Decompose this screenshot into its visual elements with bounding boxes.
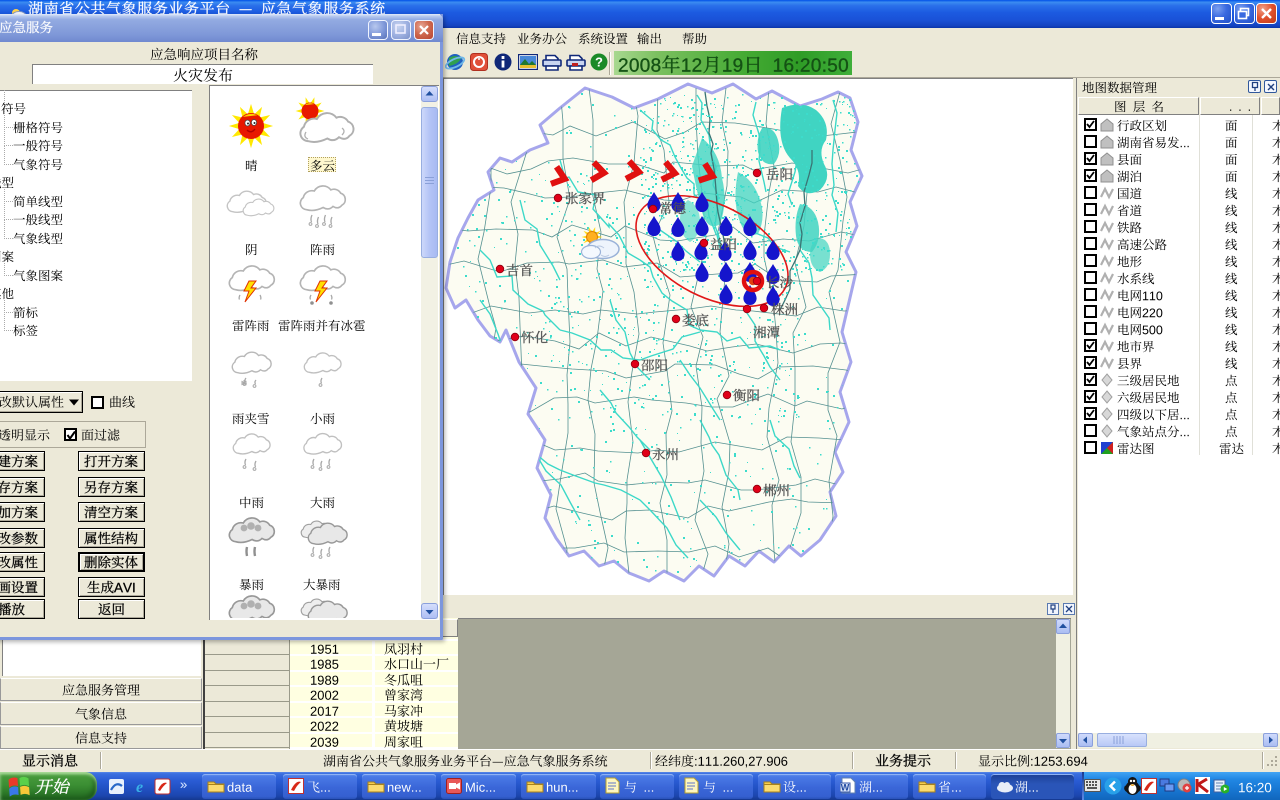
svg-text:W: W [841,783,850,793]
svg-text:?: ? [595,55,603,70]
svg-text:e: e [136,779,143,795]
